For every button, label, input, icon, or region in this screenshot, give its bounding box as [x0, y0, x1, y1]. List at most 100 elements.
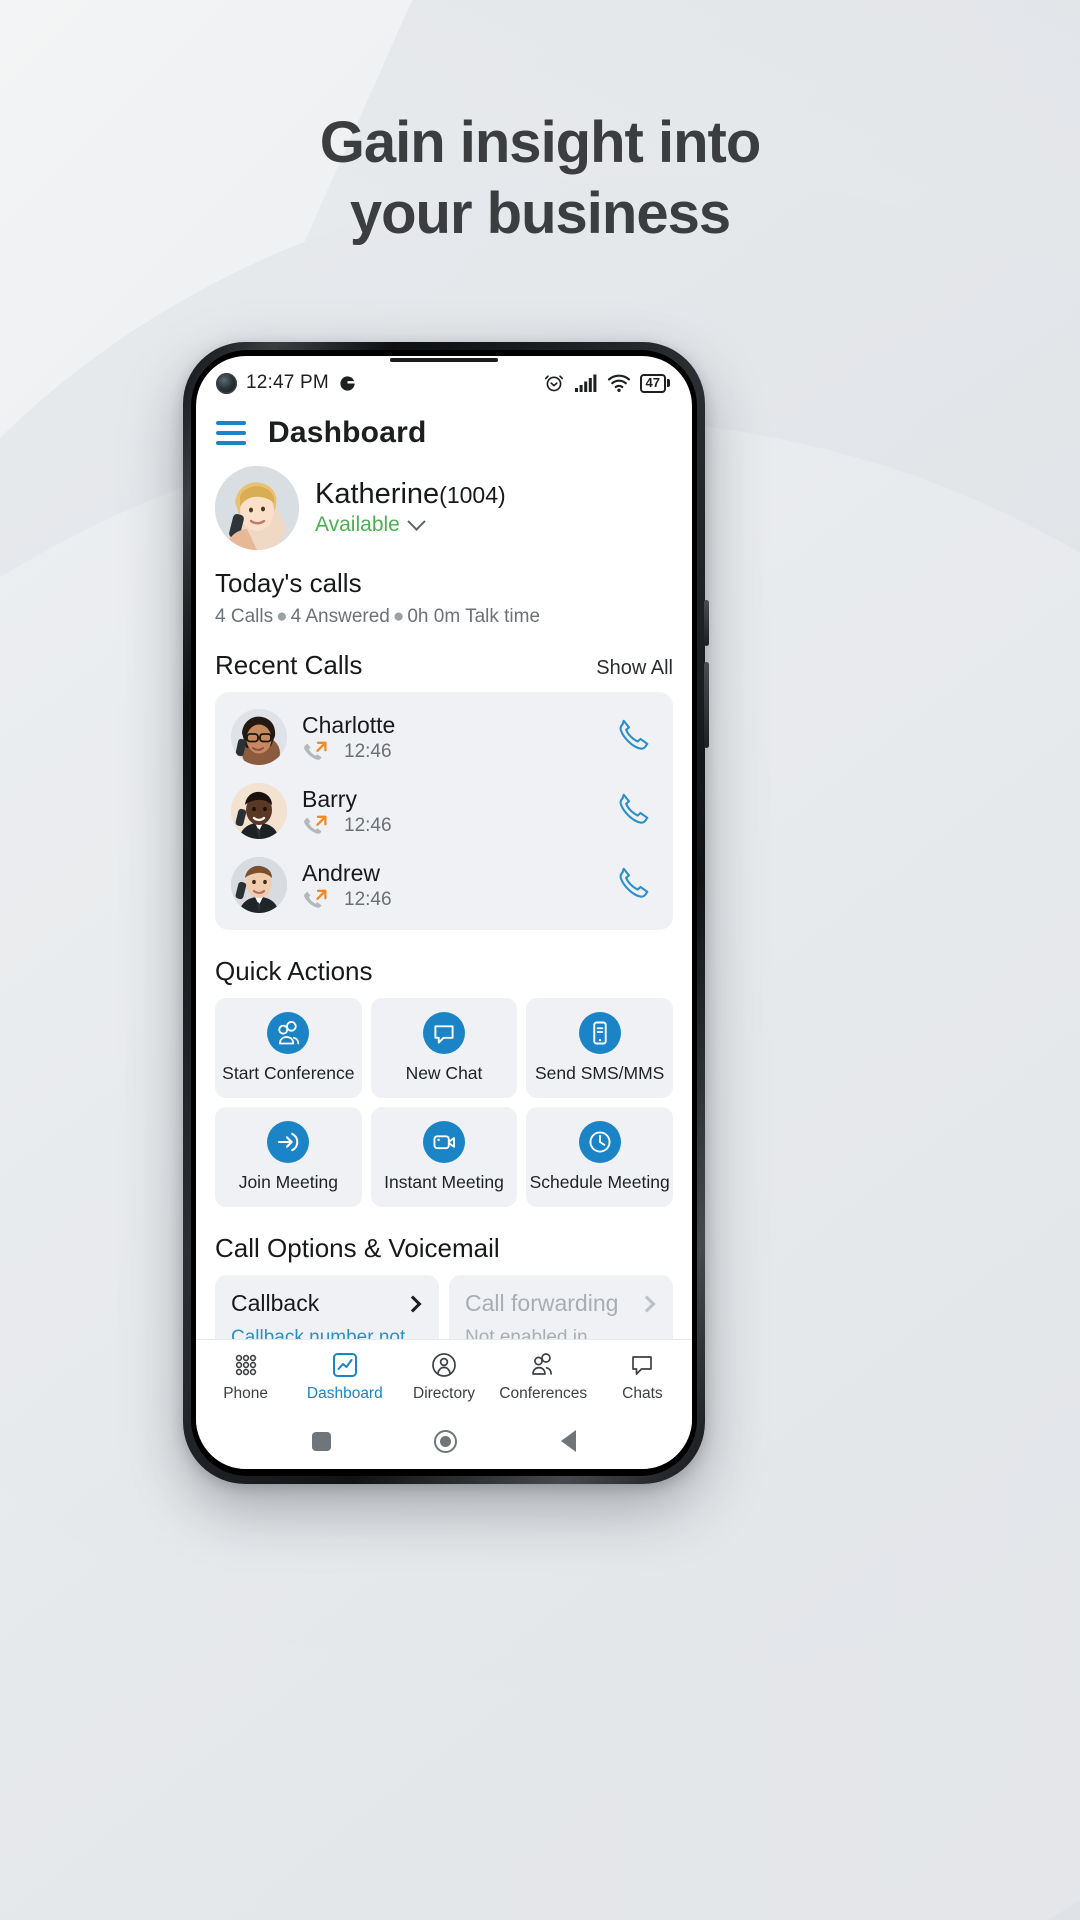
phone-call-icon[interactable]: [613, 791, 653, 831]
call-forwarding-card-header: Call forwarding: [465, 1290, 657, 1317]
tab-label: Directory: [413, 1385, 476, 1402]
list-item[interactable]: Barry 12:46: [215, 774, 673, 848]
todays-calls-answered: 4 Answered: [290, 606, 390, 627]
status-bar-left: 12:47 PM: [216, 372, 357, 394]
battery-cap: [667, 379, 670, 387]
tab-phone[interactable]: Phone: [196, 1350, 295, 1403]
profile-name: Katherine: [315, 478, 440, 511]
tab-chats[interactable]: Chats: [593, 1350, 692, 1403]
chart-square-icon: [331, 1350, 359, 1380]
triangle-back-icon[interactable]: [561, 1430, 577, 1452]
avatar[interactable]: [215, 466, 299, 550]
camera-punch-hole-icon: [216, 372, 237, 394]
summary-separator: ●: [276, 606, 288, 627]
tab-label: Conferences: [499, 1385, 588, 1402]
profile-name-row: Katherine(1004): [315, 478, 506, 511]
callback-card-header: Callback: [231, 1290, 423, 1317]
quick-action-label: Instant Meeting: [384, 1172, 504, 1192]
chevron-down-icon: [407, 512, 426, 532]
profile-extension: (1004): [439, 482, 506, 509]
mobile-message-icon: [578, 1012, 621, 1054]
group-people-icon: [528, 1350, 558, 1380]
status-selector[interactable]: Available: [315, 512, 506, 537]
quick-action-instant-meeting[interactable]: Instant Meeting: [370, 1107, 518, 1207]
quick-action-label: Schedule Meeting: [529, 1172, 670, 1192]
quick-action-send-sms[interactable]: Send SMS/MMS: [526, 998, 673, 1098]
quick-action-start-conference[interactable]: Start Conference: [215, 998, 362, 1098]
circle-icon[interactable]: [434, 1429, 458, 1453]
phone-call-icon[interactable]: [613, 865, 653, 905]
phone-call-icon[interactable]: [613, 717, 653, 757]
quick-actions-grid: Start Conference New Chat Send SMS/MMS J…: [215, 998, 673, 1207]
chat-bubble-icon: [628, 1350, 656, 1380]
todays-calls-talktime: 0h 0m Talk time: [407, 606, 541, 627]
quick-action-label: Start Conference: [222, 1063, 355, 1083]
google-assistant-icon: [340, 375, 355, 391]
square-icon[interactable]: [311, 1431, 331, 1451]
chevron-right-icon: [404, 1295, 422, 1312]
summary-separator: ●: [392, 606, 405, 627]
wifi-icon: [607, 374, 630, 392]
phone-earpiece: [390, 358, 498, 362]
todays-calls-title: Today's calls: [215, 568, 362, 598]
hamburger-line: [216, 421, 246, 425]
call-time: 12:46: [344, 740, 392, 762]
avatar: [231, 857, 287, 913]
tab-dashboard[interactable]: Dashboard: [295, 1350, 394, 1403]
call-info: Andrew 12:46: [302, 860, 598, 911]
call-info: Barry 12:46: [302, 786, 598, 837]
phone-power-button: [704, 662, 709, 748]
list-item[interactable]: Andrew 12:46: [215, 848, 673, 922]
status-badge: Available: [315, 512, 400, 536]
call-meta: 12:46: [302, 889, 598, 911]
dashboard-content: Katherine(1004) Available Today's calls …: [196, 460, 692, 1394]
quick-action-schedule-meeting[interactable]: Schedule Meeting: [526, 1107, 673, 1207]
contact-name: Barry: [302, 785, 357, 812]
tab-directory[interactable]: Directory: [394, 1350, 493, 1403]
person-circle-icon: [430, 1350, 458, 1380]
tab-label: Dashboard: [306, 1385, 383, 1402]
hamburger-menu-icon[interactable]: [216, 421, 246, 445]
tab-conferences[interactable]: Conferences: [494, 1350, 593, 1403]
todays-calls-count: 4 Calls: [215, 606, 274, 627]
call-time: 12:46: [344, 814, 392, 836]
battery-icon: 47: [639, 373, 670, 393]
call-info: Charlotte 12:46: [302, 712, 598, 763]
page-title: Dashboard: [268, 416, 427, 449]
todays-calls-summary: 4 Calls ● 4 Answered ● 0h 0m Talk time: [215, 606, 673, 628]
alarm-icon: [544, 375, 563, 392]
status-bar: 12:47 PM 47: [196, 356, 692, 410]
man-suit-photo: [231, 783, 287, 839]
status-bar-time: 12:47 PM: [246, 372, 329, 393]
keypad-icon: [232, 1350, 260, 1380]
call-forwarding-card-title: Call forwarding: [465, 1290, 619, 1316]
phone-volume-button: [704, 600, 709, 646]
quick-action-label: Join Meeting: [238, 1172, 338, 1192]
call-meta: 12:46: [302, 741, 598, 763]
contact-name: Andrew: [302, 859, 380, 886]
bottom-tab-bar: Phone Dashboard Directory Conferences Ch…: [196, 1339, 692, 1413]
show-all-link[interactable]: Show All: [596, 657, 673, 680]
profile-header[interactable]: Katherine(1004) Available: [215, 460, 673, 562]
recent-calls-list: Charlotte 12:46 Barry 12:46 Andrew 12:46: [215, 692, 673, 930]
quick-action-new-chat[interactable]: New Chat: [370, 998, 518, 1098]
tab-label: Phone: [223, 1385, 269, 1402]
outgoing-call-icon: [304, 815, 327, 834]
status-bar-right: 47: [543, 372, 670, 394]
android-navigation-bar: [196, 1413, 692, 1469]
avatar: [231, 783, 287, 839]
profile-meta: Katherine(1004) Available: [315, 478, 506, 537]
list-item[interactable]: Charlotte 12:46: [215, 700, 673, 774]
quick-actions-title: Quick Actions: [215, 956, 373, 986]
avatar: [231, 709, 287, 765]
quick-action-join-meeting[interactable]: Join Meeting: [215, 1107, 362, 1207]
outgoing-call-icon: [304, 741, 327, 760]
arrow-enter-icon: [267, 1121, 310, 1163]
woman-on-phone-photo: [215, 466, 299, 550]
promo-headline-line2: your business: [349, 180, 731, 246]
phone-bezel: 12:47 PM 47 Dashboard Katherine(1004) Av…: [191, 350, 697, 1476]
callback-card-title: Callback: [231, 1290, 320, 1316]
call-time: 12:46: [344, 888, 392, 910]
promo-headline: Gain insight into your business: [0, 108, 1080, 250]
contact-name: Charlotte: [302, 711, 396, 738]
